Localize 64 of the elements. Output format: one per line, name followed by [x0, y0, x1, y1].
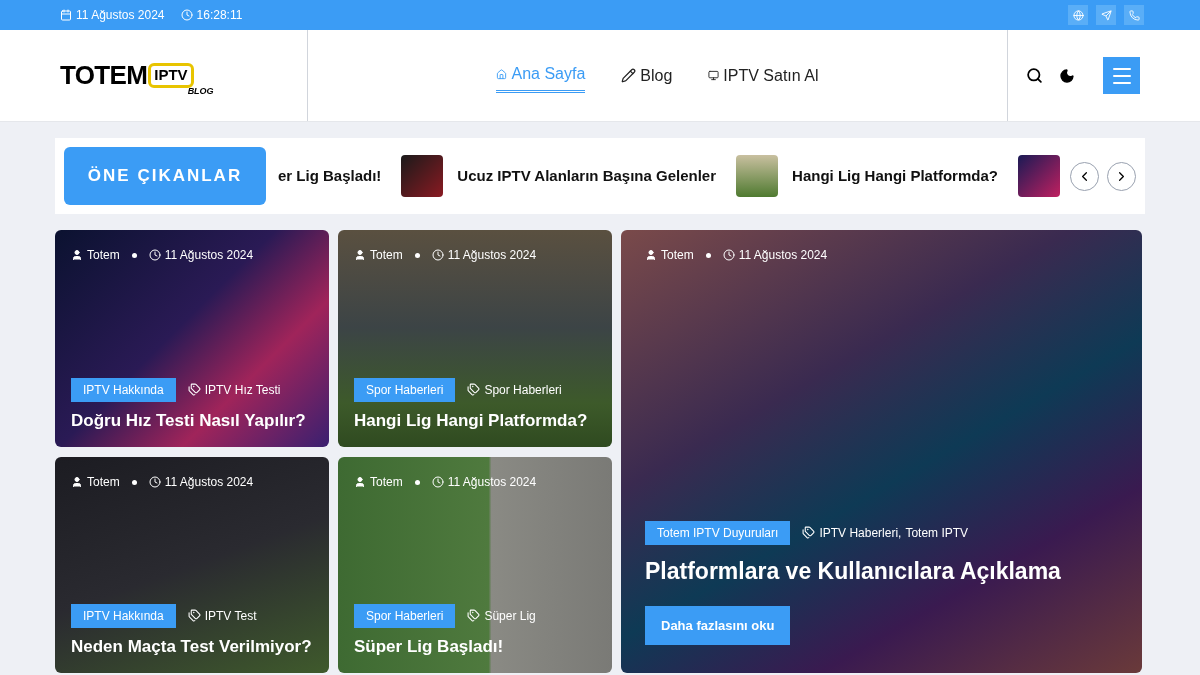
site-logo[interactable]: TOTEM IPTV BLOG — [60, 50, 214, 101]
post-author: Totem — [661, 247, 694, 264]
current-date: 11 Ağustos 2024 — [76, 7, 165, 24]
send-icon[interactable] — [1096, 5, 1116, 25]
ticker-link[interactable]: Hangi Lig Hangi Platformda? — [792, 164, 998, 188]
post-card[interactable]: Totem 11 Ağustos 2024 IPTV Hakkında IPTV Hız Testi Doğru Hız Testi Nasıl Yapılır? — [55, 230, 329, 447]
post-title[interactable]: Süper Lig Başladı! — [354, 635, 596, 657]
tag-link[interactable]: Spor Haberleri — [484, 380, 562, 399]
tag-link[interactable]: Süper Lig — [484, 606, 536, 625]
tag-icon — [802, 526, 816, 540]
tag-icon — [467, 609, 481, 623]
ticker-link[interactable]: Ucuz IPTV Alanların Başına Gelenler — [457, 164, 717, 188]
menu-button[interactable] — [1103, 57, 1140, 94]
post-title[interactable]: Hangi Lig Hangi Platformda? — [354, 409, 596, 431]
clock-icon — [722, 249, 735, 261]
tag-link[interactable]: IPTV Test — [204, 606, 257, 625]
tag-icon — [187, 609, 201, 623]
ticker-link[interactable]: er Lig Başladı! — [278, 164, 382, 188]
dark-mode-icon[interactable] — [1059, 67, 1075, 84]
post-date: 11 Ağustos 2024 — [164, 247, 254, 264]
thumbnail-image[interactable] — [1017, 155, 1060, 197]
tag-link[interactable]: Totem IPTV — [905, 523, 969, 542]
post-card[interactable]: Totem 11 Ağustos 2024 IPTV Hakkında IPTV Test Neden Maçta Test Verilmiyor? — [55, 457, 329, 673]
monitor-icon — [708, 70, 720, 81]
nav-link[interactable]: IPTV Satın Al — [708, 59, 819, 92]
clock-icon — [180, 9, 193, 21]
user-icon — [354, 476, 366, 488]
featured-post-card[interactable]: Totem 11 Ağustos 2024 Totem IPTV Duyuruları IPTV Haberleri, Totem IPTV Platformlara ve Kullanıcılara Açıklama Daha fazlasını oku — [621, 230, 1142, 673]
user-icon — [354, 249, 366, 261]
post-card[interactable]: Totem 11 Ağustos 2024 Spor Haberleri Spor Haberleri Hangi Lig Hangi Platformda? — [338, 230, 612, 447]
user-icon — [71, 249, 83, 261]
user-icon — [71, 476, 83, 488]
pencil-icon — [621, 68, 637, 83]
featured-post-title[interactable]: Platformlara ve Kullanıcılara Açıklama — [645, 556, 1118, 586]
clock-icon — [431, 249, 444, 261]
tag-icon — [187, 383, 201, 397]
featured-label: ÖNE ÇIKANLAR — [64, 147, 266, 205]
tag-link[interactable]: IPTV Haberleri, — [819, 523, 902, 542]
post-title[interactable]: Neden Maçta Test Verilmiyor? — [71, 635, 313, 657]
thumbnail-image[interactable] — [401, 155, 444, 197]
user-icon — [645, 249, 657, 261]
calendar-icon — [60, 9, 72, 21]
phone-icon[interactable] — [1124, 5, 1144, 25]
post-author: Totem — [370, 247, 403, 264]
post-date: 11 Ağustos 2024 — [738, 247, 828, 264]
search-icon[interactable] — [1026, 67, 1043, 84]
post-author: Totem — [87, 247, 120, 264]
post-date: 11 Ağustos 2024 — [447, 247, 537, 264]
post-author: Totem — [87, 474, 120, 491]
clock-icon — [431, 476, 444, 488]
post-title[interactable]: Doğru Hız Testi Nasıl Yapılır? — [71, 409, 313, 431]
home-icon — [496, 68, 508, 80]
current-time: 16:28:11 — [196, 7, 243, 24]
globe-icon[interactable] — [1068, 5, 1088, 25]
clock-icon — [148, 476, 161, 488]
clock-icon — [148, 249, 161, 261]
post-date: 11 Ağustos 2024 — [447, 474, 537, 491]
thumbnail-image[interactable] — [736, 155, 779, 197]
post-card[interactable]: Totem 11 Ağustos 2024 Spor Haberleri Süper Lig Süper Lig Başladı! — [338, 457, 612, 673]
tag-link[interactable]: IPTV Hız Testi — [204, 380, 281, 399]
tag-icon — [467, 383, 481, 397]
nav-link[interactable]: Blog — [621, 59, 673, 92]
post-author: Totem — [370, 474, 403, 491]
post-date: 11 Ağustos 2024 — [164, 474, 254, 491]
